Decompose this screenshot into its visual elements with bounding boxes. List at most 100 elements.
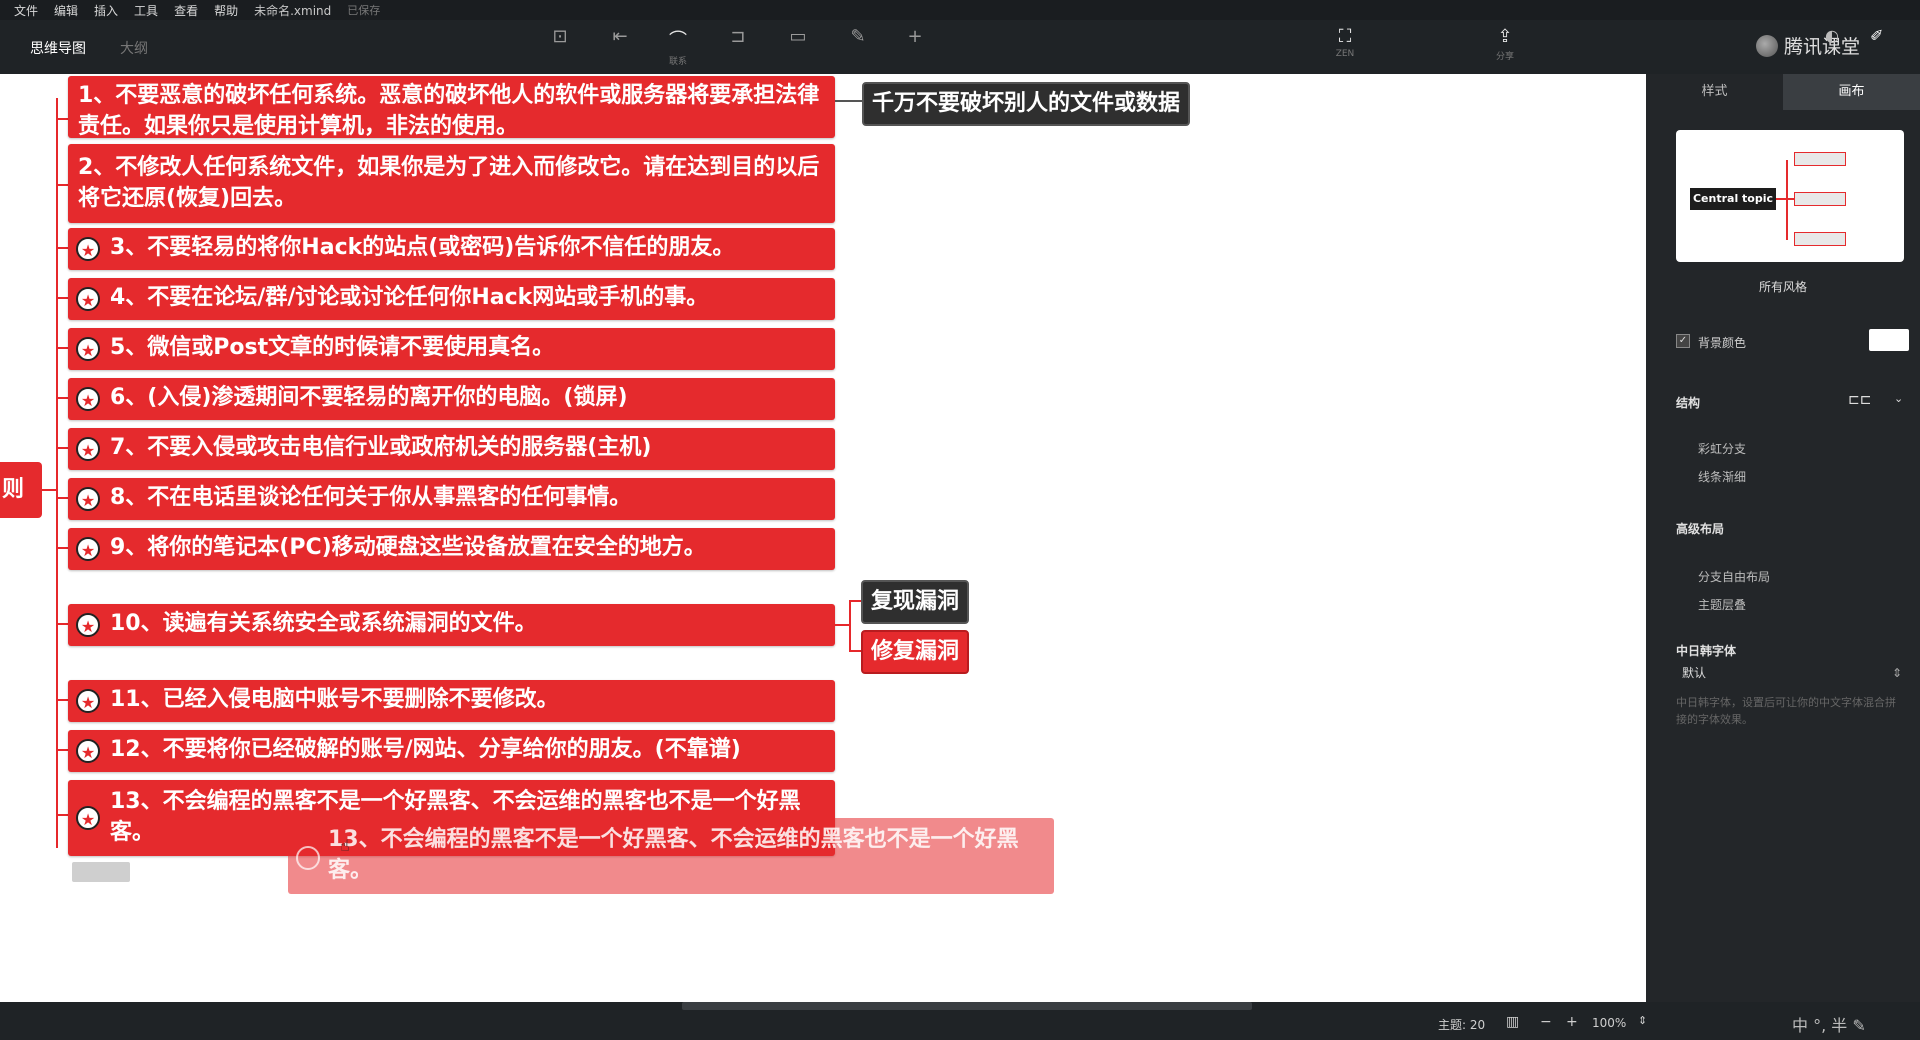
note-button[interactable]: ✎	[838, 26, 878, 47]
tab-canvas[interactable]: 画布	[1783, 74, 1920, 110]
tab-outline[interactable]: 大纲	[120, 38, 148, 58]
topic-11[interactable]: ★ 11、已经入侵电脑中账号不要删除不要修改。	[68, 680, 835, 722]
zoom-level[interactable]: 100%	[1592, 1016, 1626, 1030]
callout-reproduce-vuln[interactable]: 复现漏洞	[861, 580, 970, 624]
preview-central-topic: Central topic	[1690, 188, 1776, 210]
style-panel-button[interactable]: ✐	[1870, 26, 1883, 45]
menu-insert[interactable]: 插入	[94, 2, 118, 19]
ime-indicator-icon[interactable]: 中 °, 半 ✎	[1792, 1012, 1866, 1036]
menu-file[interactable]: 文件	[14, 2, 38, 19]
cjk-font-select[interactable]: 默认 ⇕	[1676, 662, 1906, 684]
callout-fix-vuln[interactable]: 修复漏洞	[861, 630, 970, 674]
structure-icon[interactable]: ⊏⊏	[1848, 392, 1871, 408]
brand-text: 腾讯课堂	[1784, 36, 1861, 58]
format-panel: 样式 画布 Central topic 所有风格 ✓ 背景颜色 结构 ⊏⊏ ⌄ …	[1646, 74, 1920, 1002]
star-icon: ★	[76, 387, 100, 411]
star-icon: ★	[76, 689, 100, 713]
summary-button[interactable]: ⊐	[718, 26, 758, 47]
callout-connector	[835, 624, 849, 626]
save-status: 已保存	[347, 4, 381, 17]
menu-bar: 文件 编辑 插入 工具 查看 帮助 未命名.xmind 已保存	[0, 0, 1920, 20]
topic-6[interactable]: ★ 6、(入侵)渗透期间不要轻易的离开你的电脑。(锁屏)	[68, 378, 835, 420]
star-icon: ★	[76, 487, 100, 511]
central-connector	[42, 489, 56, 491]
zen-mode-button[interactable]: ⛶ ZEN	[1325, 26, 1365, 59]
share-button[interactable]: ⇪ 分享	[1485, 26, 1525, 62]
tab-mindmap[interactable]: 思维导图	[30, 38, 86, 58]
boundary-button[interactable]: ▭	[778, 26, 818, 47]
topic-4[interactable]: ★ 4、不要在论坛/群/讨论或讨论任何你Hack网站或手机的事。	[68, 278, 835, 320]
cjk-font-heading: 中日韩字体	[1676, 644, 1737, 658]
branch-stub	[56, 749, 68, 751]
mindmap-canvas[interactable]: 则 1、不要恶意的破坏任何系统。恶意的破坏他人的软件或服务器将要承担法律责任。如…	[0, 74, 1646, 1002]
document-filename: 未命名.xmind	[254, 3, 332, 18]
star-icon: ★	[76, 287, 100, 311]
menu-help[interactable]: 帮助	[214, 2, 238, 19]
relationship-button[interactable]: ⌒ 联系	[658, 26, 698, 67]
add-topic-placeholder[interactable]	[72, 862, 130, 882]
all-styles-link[interactable]: 所有风格	[1646, 278, 1920, 295]
zoom-in-button[interactable]: +	[1566, 1014, 1578, 1030]
topic-3[interactable]: ★ 3、不要轻易的将你Hack的站点(或密码)告诉你不信任的朋友。	[68, 228, 835, 270]
canvas-horizontal-scrollbar[interactable]	[682, 1002, 1252, 1010]
select-arrows-icon: ⇕	[1891, 666, 1902, 680]
topic-12[interactable]: ★ 12、不要将你已经破解的账号/网站、分享给你的朋友。(不靠谱)	[68, 730, 835, 772]
branch-stub	[56, 118, 68, 120]
topic-1[interactable]: 1、不要恶意的破坏任何系统。恶意的破坏他人的软件或服务器将要承担法律责任。如果你…	[68, 76, 835, 139]
topic-text: 9、将你的笔记本(PC)移动硬盘这些设备放置在安全的地方。	[110, 535, 706, 560]
chevron-down-icon[interactable]: ⌄	[1894, 392, 1903, 405]
topic-text: 7、不要入侵或攻击电信行业或政府机关的服务器(主机)	[110, 435, 652, 460]
background-color-swatch[interactable]	[1869, 329, 1909, 351]
topic-overlap-option[interactable]: 主题层叠	[1698, 596, 1746, 613]
status-bar: 主题: 20 ▥ − + 100% ⇕ 中 °, 半 ✎	[0, 1002, 1920, 1040]
theme-preview[interactable]: Central topic	[1676, 130, 1904, 262]
cjk-font-hint: 中日韩字体，设置后可让你的中文字体混合拼接的字体效果。	[1676, 696, 1896, 726]
branch-stub	[56, 699, 68, 701]
subtopic-icon: ⇤	[612, 26, 628, 47]
central-topic[interactable]: 则	[0, 462, 42, 518]
drag-ghost-topic: 13、不会编程的黑客不是一个好黑客、不会运维的黑客也不是一个好黑客。	[288, 818, 1054, 894]
branch-stub	[56, 497, 68, 499]
star-icon: ★	[76, 237, 100, 261]
zoom-arrows-icon[interactable]: ⇕	[1638, 1014, 1647, 1027]
insert-subtopic-button[interactable]: ⇤	[600, 26, 640, 47]
toolbar: 思维导图 大纲 ⊡ ⇤ ⌒ 联系 ⊐ ▭ ✎ + ⛶ ZEN ⇪ 分享 腾讯课堂 ◐ …	[0, 20, 1920, 74]
star-icon: ★	[76, 337, 100, 361]
topic-9[interactable]: ★ 9、将你的笔记本(PC)移动硬盘这些设备放置在安全的地方。	[68, 528, 835, 570]
line-taper-option[interactable]: 线条渐细	[1698, 468, 1746, 485]
topic-8[interactable]: ★ 8、不在电话里谈论任何关于你从事黑客的任何事情。	[68, 478, 835, 520]
topic-2[interactable]: 2、不修改人任何系统文件，如果你是为了进入而修改它。请在达到目的以后将它还原(恢…	[68, 144, 835, 223]
preview-branch	[1794, 192, 1846, 206]
branch-stub	[56, 297, 68, 299]
star-icon: ★	[76, 437, 100, 461]
star-icon: ★	[76, 537, 100, 561]
book-icon[interactable]: ▥	[1506, 1014, 1519, 1030]
topic-text: 5、微信或Post文章的时候请不要使用真名。	[110, 335, 555, 360]
menu-edit[interactable]: 编辑	[54, 2, 78, 19]
add-button[interactable]: +	[895, 26, 935, 47]
topic-7[interactable]: ★ 7、不要入侵或攻击电信行业或政府机关的服务器(主机)	[68, 428, 835, 470]
background-color-checkbox[interactable]: ✓	[1676, 334, 1690, 348]
star-icon: ★	[76, 613, 100, 637]
branch-stub	[56, 247, 68, 249]
callout-dont-destroy[interactable]: 千万不要破坏别人的文件或数据	[862, 82, 1191, 126]
background-color-label: 背景颜色	[1698, 336, 1747, 350]
callout-connector	[849, 600, 861, 602]
preview-branch	[1794, 232, 1846, 246]
menu-tools[interactable]: 工具	[134, 2, 158, 19]
insert-topic-button[interactable]: ⊡	[540, 26, 580, 47]
branch-stub	[56, 184, 68, 186]
free-branch-option[interactable]: 分支自由布局	[1698, 568, 1770, 585]
share-label: 分享	[1495, 52, 1514, 62]
topic-10[interactable]: ★ 10、读遍有关系统安全或系统漏洞的文件。	[68, 604, 835, 646]
tab-style[interactable]: 样式	[1646, 74, 1783, 110]
callout-connector	[849, 650, 861, 652]
menu-view[interactable]: 查看	[174, 2, 198, 19]
brush-icon: ✐	[1870, 26, 1884, 45]
zoom-out-button[interactable]: −	[1540, 1014, 1552, 1030]
rainbow-branch-option[interactable]: 彩虹分支	[1698, 440, 1746, 457]
topic-5[interactable]: ★ 5、微信或Post文章的时候请不要使用真名。	[68, 328, 835, 370]
format-panel-button[interactable]: ◐	[1825, 26, 1839, 45]
topic-text: 4、不要在论坛/群/讨论或讨论任何你Hack网站或手机的事。	[110, 285, 709, 310]
star-icon: ★	[76, 739, 100, 763]
